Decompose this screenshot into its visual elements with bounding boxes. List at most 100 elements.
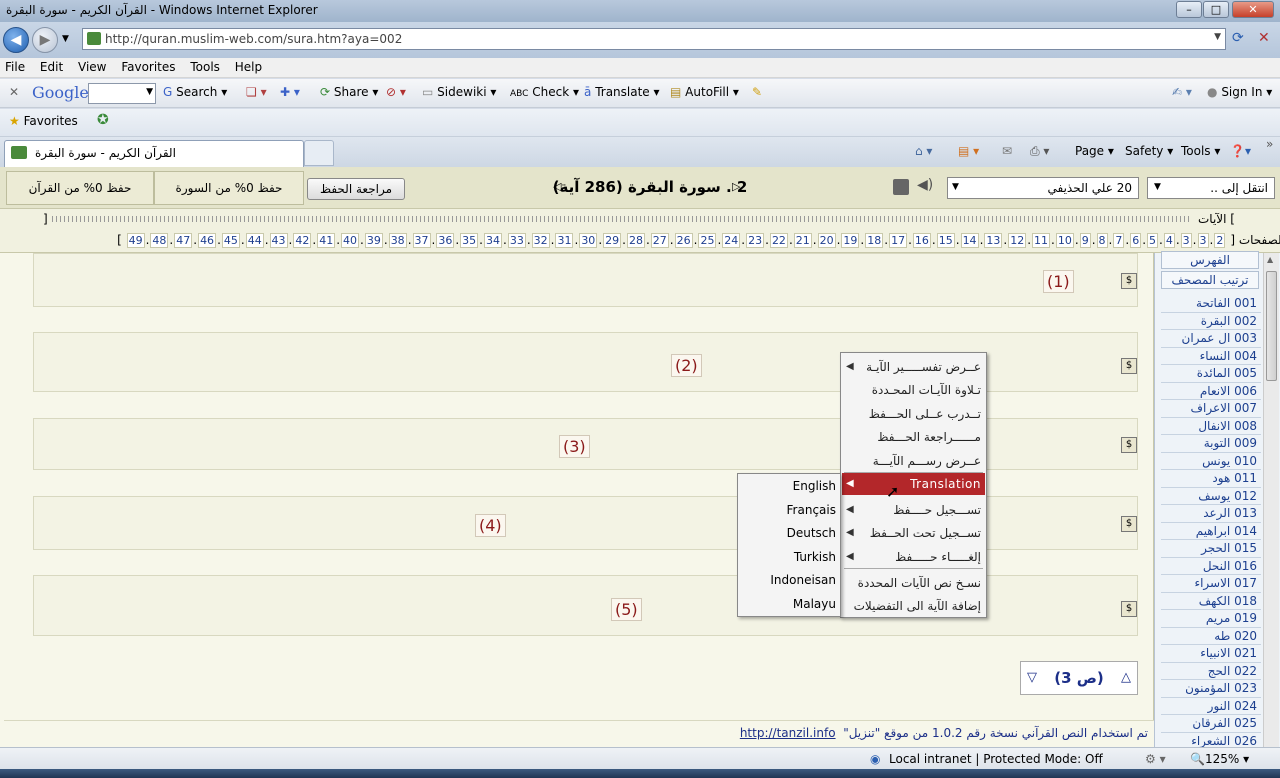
page-link[interactable]: 44 (245, 233, 264, 248)
page-link[interactable]: 48 (150, 233, 169, 248)
add-button-icon[interactable]: ✚ ▾ (280, 85, 300, 99)
page-link[interactable]: 29 (603, 233, 622, 248)
favorites-button[interactable]: ★ Favorites (9, 114, 78, 128)
context-menu-item[interactable]: إلغـــــاء حـــــفظ ◀ (842, 546, 985, 568)
forward-button[interactable]: ▶ (32, 27, 58, 53)
page-link[interactable]: 14 (960, 233, 979, 248)
language-option[interactable]: Malayu (793, 595, 836, 613)
page-link[interactable]: 32 (531, 233, 550, 248)
page-link[interactable]: 17 (889, 233, 908, 248)
tab-quran[interactable]: القرآن الكريم - سورة البقرة (4, 140, 304, 167)
sura-list-item[interactable]: 001 الفاتحة (1161, 295, 1261, 313)
page-link[interactable]: 41 (317, 233, 336, 248)
page-link[interactable]: 36 (436, 233, 455, 248)
sura-list-item[interactable]: 002 البقرة (1161, 313, 1261, 330)
ayat-slider[interactable] (52, 216, 1192, 222)
page-link[interactable]: 38 (388, 233, 407, 248)
google-search-button[interactable]: G Search ▾ (163, 85, 227, 99)
page-link[interactable]: 19 (841, 233, 860, 248)
print-icon[interactable]: ⎙ ▾ (1030, 144, 1049, 159)
context-menu-item[interactable]: نسـخ نص الآيات المحددة (842, 572, 985, 594)
security-zone[interactable]: Local intranet | Protected Mode: Off (889, 752, 1103, 766)
goto-select[interactable]: انتقل إلى .. ▼ (1147, 177, 1275, 199)
address-bar[interactable]: http://quran.muslim-web.com/sura.htm?aya… (82, 28, 1226, 50)
page-navigator[interactable]: △ (ص 3) ▽ (1020, 661, 1138, 695)
aya-menu-icon[interactable]: $ (1121, 273, 1137, 289)
page-menu[interactable]: Page ▾ (1075, 144, 1114, 158)
page-link[interactable]: 37 (412, 233, 431, 248)
tools-menu[interactable]: Tools ▾ (1181, 144, 1220, 158)
context-menu-item[interactable]: تــدرب عــلى الحـــفظ (842, 403, 985, 425)
page-link[interactable]: 34 (484, 233, 502, 248)
menu-file[interactable]: File (0, 58, 31, 74)
page-link[interactable]: 6 (1130, 233, 1142, 248)
translate-button[interactable]: ā Translate ▾ (584, 85, 660, 99)
close-toolbar-icon[interactable]: ✕ (9, 85, 19, 99)
page-link[interactable]: 24 (722, 233, 741, 248)
page-link[interactable]: 47 (174, 233, 193, 248)
context-menu-item[interactable]: تســـجيل حــــفظ ◀ (842, 499, 985, 521)
page-link[interactable]: 35 (460, 233, 479, 248)
page-link[interactable]: 10 (1055, 233, 1074, 248)
refresh-icon[interactable]: ⟳ (1232, 30, 1244, 46)
menu-tools[interactable]: Tools (185, 58, 226, 74)
maximize-button[interactable]: □ (1203, 1, 1229, 18)
add-favorite-icon[interactable]: ✪ (97, 112, 109, 128)
safety-menu[interactable]: Safety ▾ (1125, 144, 1173, 158)
page-link[interactable]: 12 (1008, 233, 1027, 248)
page-link[interactable]: 16 (912, 233, 931, 248)
back-button[interactable]: ◀ (3, 27, 29, 53)
context-menu-item[interactable]: عــرض رســـم الآيـــة (842, 450, 985, 472)
search-dropdown-icon[interactable]: ▼ (146, 87, 153, 97)
sura-list-item[interactable]: 021 الانبياء (1161, 645, 1261, 663)
language-option[interactable]: Indoneisan (770, 571, 836, 589)
bookmark-icon[interactable]: ❏ ▾ (246, 85, 267, 99)
sura-list-item[interactable]: 020 طه (1161, 628, 1261, 645)
popup-blocker-icon[interactable]: ⊘ ▾ (386, 85, 406, 99)
sura-list-item[interactable]: 008 الانفال (1161, 418, 1261, 435)
scroll-thumb[interactable] (1266, 271, 1277, 381)
aya-menu-icon[interactable]: $ (1121, 437, 1137, 453)
sura-list-item[interactable]: 025 الفرقان (1161, 715, 1261, 733)
page-link[interactable]: 26 (674, 233, 693, 248)
context-menu-item[interactable]: مــــــراجعة الحـــفظ (842, 426, 985, 448)
wrench-icon[interactable]: ✍ ▾ (1172, 85, 1192, 99)
page-link[interactable]: 18 (865, 233, 884, 248)
sura-list-item[interactable]: 007 الاعراف (1161, 400, 1261, 418)
page-link[interactable]: 22 (769, 233, 788, 248)
sura-list-item[interactable]: 016 النحل (1161, 558, 1261, 575)
page-link[interactable]: 7 (1113, 233, 1125, 248)
highlighter-icon[interactable]: ✎ (752, 85, 762, 99)
home-icon[interactable]: ⌂ ▾ (915, 144, 932, 158)
page-link[interactable]: 40 (341, 233, 360, 248)
sura-list-item[interactable]: 005 المائدة (1161, 365, 1261, 383)
context-menu-item[interactable]: تســجيل تحت الحــفظ ◀ (842, 522, 985, 544)
page-link[interactable]: 8 (1096, 233, 1108, 248)
menu-help[interactable]: Help (230, 58, 268, 74)
sura-list-item[interactable]: 006 الانعام (1161, 383, 1261, 400)
page-link[interactable]: 23 (746, 233, 765, 248)
page-link[interactable]: 21 (793, 233, 812, 248)
sura-list-item[interactable]: 024 النور (1161, 698, 1261, 715)
sura-list-item[interactable]: 015 الحجر (1161, 540, 1261, 558)
feeds-icon[interactable]: ▤ ▾ (958, 144, 979, 158)
sidewiki-button[interactable]: ▭ Sidewiki ▾ (422, 85, 496, 99)
page-link[interactable]: 25 (698, 233, 717, 248)
sura-list-item[interactable]: 013 الرعد (1161, 505, 1261, 523)
page-link[interactable]: 5 (1147, 233, 1159, 248)
tanzil-link[interactable]: http://tanzil.info (740, 726, 836, 740)
page-link[interactable]: 3 (1180, 233, 1192, 248)
sura-list-item[interactable]: 009 التوبة (1161, 435, 1261, 453)
page-link[interactable]: 45 (221, 233, 240, 248)
mail-icon[interactable]: ✉ (1002, 144, 1012, 158)
aya-menu-icon[interactable]: $ (1121, 358, 1137, 374)
page-link[interactable]: 49 (126, 233, 145, 248)
share-button[interactable]: ⟳ Share ▾ (320, 85, 378, 99)
expand-icon[interactable]: » (1266, 137, 1273, 151)
sidebar-scrollbar[interactable]: ▲ (1263, 253, 1279, 747)
aya-row-1[interactable]: (1) $ (33, 253, 1138, 307)
menu-item-translation[interactable]: Translation ◀ (842, 473, 985, 495)
zoom-level[interactable]: 🔍125% ▾ (1190, 752, 1249, 766)
speaker-icon[interactable]: ◀) (917, 177, 933, 193)
history-dropdown-icon[interactable]: ▼ (62, 34, 69, 44)
